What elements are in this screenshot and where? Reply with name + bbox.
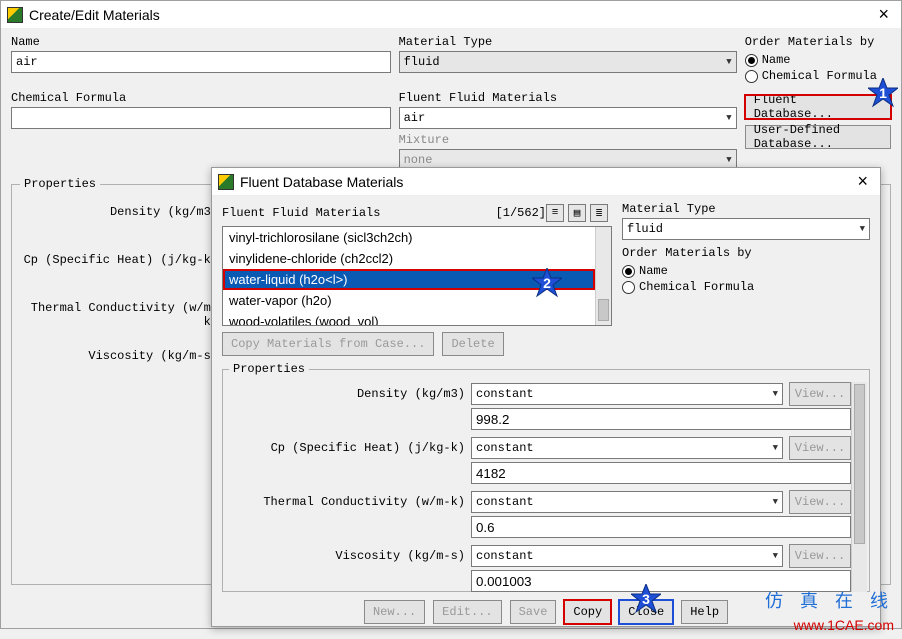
chevron-down-icon: ▼ <box>860 224 865 234</box>
radio-icon <box>745 70 758 83</box>
chevron-down-icon: ▼ <box>726 113 731 123</box>
radio-icon <box>622 281 635 294</box>
material-type-select[interactable]: fluid ▼ <box>399 51 737 73</box>
save-button[interactable]: Save <box>510 600 557 624</box>
prop-label: Viscosity (kg/m-s) <box>229 549 465 563</box>
fluent-database-window: Fluent Database Materials × Fluent Fluid… <box>211 167 881 627</box>
new-button[interactable]: New... <box>364 600 425 624</box>
list-label: Fluent Fluid Materials <box>222 206 490 220</box>
prop-density-label: Density (kg/m3) <box>18 199 220 247</box>
chevron-down-icon: ▼ <box>773 497 778 507</box>
prop-label: Density (kg/m3) <box>229 387 465 401</box>
prop-tc-label: Thermal Conductivity (w/m-k) <box>18 295 220 343</box>
delete-button[interactable]: Delete <box>442 332 503 356</box>
prop-label: Cp (Specific Heat) (j/kg-k) <box>229 441 465 455</box>
scrollbar-thumb[interactable] <box>598 299 609 321</box>
prop-value-input[interactable] <box>471 408 851 430</box>
scrollbar[interactable] <box>595 227 611 325</box>
list-item[interactable]: wood-volatiles (wood_vol) <box>223 311 595 325</box>
chevron-down-icon: ▼ <box>726 155 731 165</box>
prop-visc-label: Viscosity (kg/m-s) <box>18 343 220 391</box>
callout-star-3: 3 <box>631 584 661 614</box>
formula-label: Chemical Formula <box>11 91 391 105</box>
list-scroll-top-button[interactable]: ≡ <box>546 204 564 222</box>
list-count: [1/562] <box>496 206 546 220</box>
list-select-all-button[interactable]: ▤ <box>568 204 586 222</box>
prop-value-input[interactable] <box>471 516 851 538</box>
material-type-label: Material Type <box>399 35 737 49</box>
view-button[interactable]: View... <box>789 382 851 406</box>
order-label: Order Materials by <box>622 246 870 260</box>
properties-legend: Properties <box>229 362 309 376</box>
copy-from-case-button[interactable]: Copy Materials from Case... <box>222 332 434 356</box>
name-input[interactable] <box>11 51 391 73</box>
view-button[interactable]: View... <box>789 544 851 568</box>
list-item[interactable]: vinyl-trichlorosilane (sicl3ch2ch) <box>223 227 595 248</box>
order-label: Order Materials by <box>745 35 891 49</box>
window-title: Create/Edit Materials <box>29 7 872 23</box>
order-name-radio[interactable]: Name <box>622 264 870 278</box>
help-button[interactable]: Help <box>681 600 728 624</box>
prop-value-input[interactable] <box>471 462 851 484</box>
titlebar: Fluent Database Materials × <box>212 168 880 196</box>
window-title: Fluent Database Materials <box>240 174 851 190</box>
chevron-down-icon: ▼ <box>773 443 778 453</box>
formula-input[interactable] <box>11 107 391 129</box>
material-type-select[interactable]: fluid ▼ <box>622 218 870 240</box>
fluid-materials-value: air <box>404 111 426 125</box>
chevron-down-icon: ▼ <box>773 551 778 561</box>
prop-method-select[interactable]: constant▼ <box>471 545 783 567</box>
material-type-label: Material Type <box>622 202 870 216</box>
app-icon <box>7 7 23 23</box>
order-name-label: Name <box>762 53 791 67</box>
prop-method-select[interactable]: constant▼ <box>471 437 783 459</box>
list-deselect-button[interactable]: ≣ <box>590 204 608 222</box>
order-formula-label: Chemical Formula <box>762 69 877 83</box>
view-button[interactable]: View... <box>789 436 851 460</box>
prop-method-select[interactable]: constant▼ <box>471 383 783 405</box>
close-icon[interactable]: × <box>872 4 895 25</box>
user-database-button[interactable]: User-Defined Database... <box>745 125 891 149</box>
callout-star-1: 1 <box>868 78 898 108</box>
prop-cp-label: Cp (Specific Heat) (j/kg-k) <box>18 247 220 295</box>
mixture-value: none <box>404 153 433 167</box>
close-icon[interactable]: × <box>851 171 874 192</box>
order-formula-radio[interactable]: Chemical Formula <box>622 280 870 294</box>
copy-button[interactable]: Copy <box>564 600 611 624</box>
app-icon <box>218 174 234 190</box>
order-name-radio[interactable]: Name <box>745 53 891 67</box>
radio-icon <box>745 54 758 67</box>
scrollbar-thumb[interactable] <box>854 384 865 544</box>
material-type-value: fluid <box>404 55 440 69</box>
prop-value-input[interactable] <box>471 570 851 592</box>
mixture-label: Mixture <box>399 133 737 147</box>
radio-icon <box>622 265 635 278</box>
properties-legend: Properties <box>20 177 100 191</box>
callout-star-2: 2 <box>532 268 562 298</box>
prop-method-select[interactable]: constant▼ <box>471 491 783 513</box>
prop-label: Thermal Conductivity (w/m-k) <box>229 495 465 509</box>
name-label: Name <box>11 35 391 49</box>
fluid-materials-label: Fluent Fluid Materials <box>399 91 737 105</box>
scrollbar[interactable] <box>851 382 867 592</box>
titlebar: Create/Edit Materials × <box>1 1 901 29</box>
chevron-down-icon: ▼ <box>773 389 778 399</box>
fluid-materials-select[interactable]: air ▼ <box>399 107 737 129</box>
edit-button[interactable]: Edit... <box>433 600 501 624</box>
view-button[interactable]: View... <box>789 490 851 514</box>
list-item[interactable]: vinylidene-chloride (ch2ccl2) <box>223 248 595 269</box>
properties-fieldset: Properties Density (kg/m3) constant▼ View.… <box>222 362 870 592</box>
chevron-down-icon: ▼ <box>726 57 731 67</box>
